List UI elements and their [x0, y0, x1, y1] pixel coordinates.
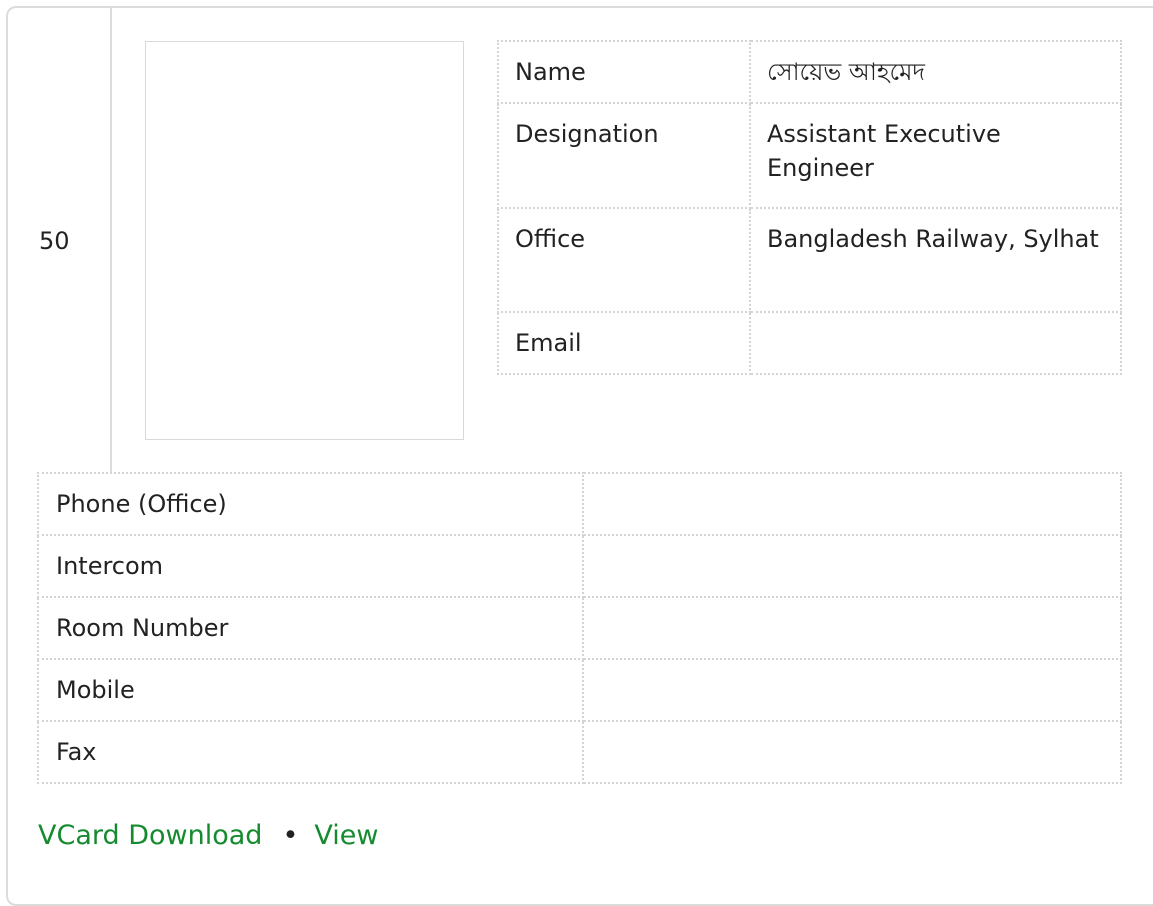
- office-label: Office: [497, 207, 751, 313]
- table-row: Phone (Office): [37, 472, 1122, 536]
- profile-table: Name সোয়েভ আহমেদ Designation Assistant …: [497, 40, 1122, 375]
- name-label: Name: [497, 40, 751, 104]
- table-row: Designation Assistant Executive Engineer: [497, 102, 1122, 209]
- fax-label: Fax: [37, 720, 584, 784]
- room-number-label: Room Number: [37, 596, 584, 660]
- table-row: Mobile: [37, 658, 1122, 722]
- intercom-label: Intercom: [37, 534, 584, 598]
- email-label: Email: [497, 311, 751, 375]
- table-row: Fax: [37, 720, 1122, 784]
- mobile-label: Mobile: [37, 658, 584, 722]
- table-row: Intercom: [37, 534, 1122, 598]
- office-value: Bangladesh Railway, Sylhat: [749, 207, 1122, 313]
- table-row: Name সোয়েভ আহমেদ: [497, 40, 1122, 104]
- table-row: Room Number: [37, 596, 1122, 660]
- email-value: [749, 311, 1122, 375]
- name-value: সোয়েভ আহমেদ: [749, 40, 1122, 104]
- intercom-value: [582, 534, 1122, 598]
- designation-value: Assistant Executive Engineer: [749, 102, 1122, 209]
- table-row: Email: [497, 311, 1122, 375]
- mobile-value: [582, 658, 1122, 722]
- view-link[interactable]: View: [314, 820, 378, 851]
- serial-number: 50: [39, 227, 70, 255]
- table-row: Office Bangladesh Railway, Sylhat: [497, 207, 1122, 313]
- phone-office-label: Phone (Office): [37, 472, 584, 536]
- column-divider: [110, 6, 112, 472]
- room-number-value: [582, 596, 1122, 660]
- link-separator: •: [282, 820, 299, 851]
- designation-label: Designation: [497, 102, 751, 209]
- vcard-download-link[interactable]: VCard Download: [38, 820, 262, 851]
- contact-table: Phone (Office) Intercom Room Number Mobi…: [37, 472, 1122, 784]
- phone-office-value: [582, 472, 1122, 536]
- card-links: VCard Download • View: [38, 817, 378, 855]
- fax-value: [582, 720, 1122, 784]
- profile-photo: [145, 41, 464, 440]
